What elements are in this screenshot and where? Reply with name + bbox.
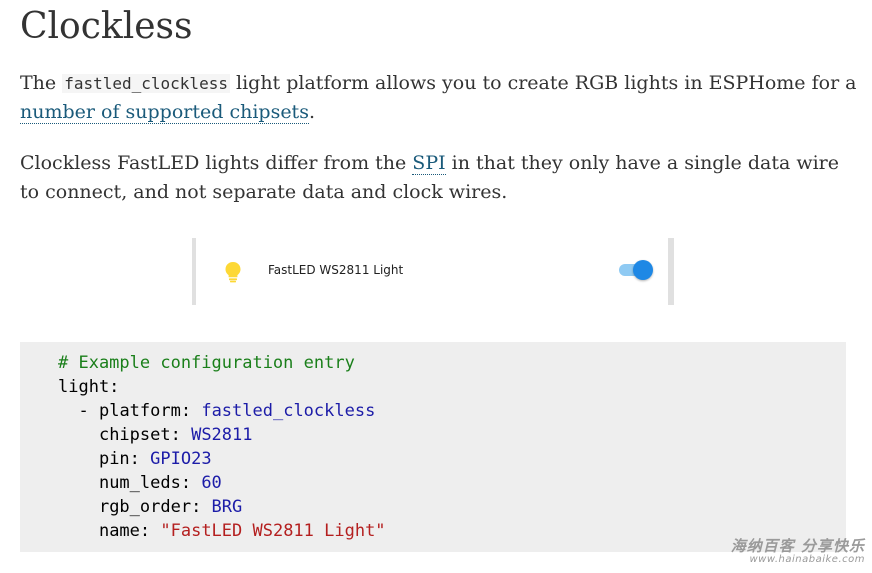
comparison-paragraph: Clockless FastLED lights differ from the…: [20, 149, 860, 207]
code-val-rgb-order: BRG: [211, 497, 243, 517]
comparison-text-prefix: Clockless FastLED lights differ from the: [20, 152, 413, 174]
code-val-chipset: WS2811: [191, 425, 253, 445]
code-comment: # Example configuration entry: [58, 353, 355, 373]
code-line-rgb-order: rgb_order: BRG: [58, 495, 846, 519]
inline-code-platform: fastled_clockless: [62, 74, 230, 93]
code-val-name: "FastLED WS2811 Light": [160, 521, 386, 541]
yaml-code-block: # Example configuration entry light: - p…: [20, 342, 846, 552]
code-key-platform: platform:: [98, 401, 202, 421]
site-watermark: 海纳百客 分享快乐 www.hainabaike.com: [695, 538, 865, 568]
code-val-num-leds: 60: [201, 473, 222, 493]
watermark-main-text: 海纳百客 分享快乐: [730, 537, 865, 555]
intro-paragraph: The fastled_clockless light platform all…: [20, 69, 860, 127]
light-entity-card: FastLED WS2811 Light: [192, 238, 674, 305]
code-line-pin: pin: GPIO23: [58, 447, 846, 471]
spi-link[interactable]: SPI: [412, 152, 446, 175]
code-key-light: light:: [58, 377, 120, 397]
code-key-num-leds: num_leds:: [98, 473, 202, 493]
code-dash: -: [78, 401, 99, 421]
code-val-pin: GPIO23: [150, 449, 212, 469]
watermark-url-text: www.hainabaike.com: [749, 554, 865, 565]
toggle-thumb: [633, 260, 653, 280]
light-entity-name: FastLED WS2811 Light: [268, 263, 404, 277]
code-line-chipset: chipset: WS2811: [58, 423, 846, 447]
code-key-name: name:: [98, 521, 161, 541]
light-toggle-switch[interactable]: [619, 259, 655, 281]
code-key-pin: pin:: [98, 449, 151, 469]
code-line-comment: # Example configuration entry: [58, 351, 846, 375]
lightbulb-icon: [225, 262, 241, 283]
code-line-light: light:: [58, 375, 846, 399]
intro-text-suffix: .: [308, 101, 315, 123]
code-key-chipset: chipset:: [98, 425, 192, 445]
code-val-platform: fastled_clockless: [201, 401, 376, 421]
intro-text-mid: light platform allows you to create RGB …: [229, 72, 857, 94]
code-line-platform: - platform: fastled_clockless: [58, 399, 846, 423]
page-title: Clockless: [20, 6, 193, 47]
code-line-num-leds: num_leds: 60: [58, 471, 846, 495]
supported-chipsets-link[interactable]: number of supported chipsets: [20, 101, 309, 124]
code-key-rgb-order: rgb_order:: [98, 497, 212, 517]
intro-text-prefix: The: [20, 72, 63, 94]
